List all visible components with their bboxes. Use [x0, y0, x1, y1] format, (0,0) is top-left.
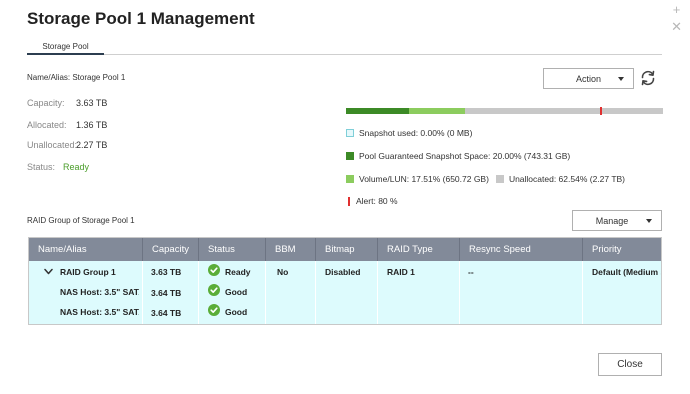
disk-name: NAS Host: 3.5" SATA HDD 2: [60, 307, 139, 317]
window-title: Storage Pool 1 Management: [27, 9, 255, 28]
chevron-down-icon: [618, 76, 624, 81]
disk-status: Good: [225, 307, 248, 317]
legend-snapshot-used: Snapshot used: 0.00% (0 MB): [346, 128, 472, 138]
header-bbm[interactable]: BBM: [265, 238, 315, 261]
tab-storage-pool[interactable]: Storage Pool: [27, 38, 104, 55]
allocated-label: Allocated:: [27, 120, 67, 130]
legend-guaranteed: Pool Guaranteed Snapshot Space: 20.00% (…: [346, 151, 570, 161]
header-priority[interactable]: Priority: [582, 238, 661, 261]
allocated-row: Allocated: 1.36 TB: [27, 120, 107, 130]
refresh-icon[interactable]: [639, 69, 657, 87]
allocated-value: 1.36 TB: [76, 120, 108, 130]
legend-volume-text: Volume/LUN: 17.51% (650.72 GB): [359, 174, 489, 184]
guaranteed-swatch: [346, 152, 354, 160]
legend-unallocated-text: Unallocated: 62.54% (2.27 TB): [508, 174, 626, 184]
raid-group-status: Ready: [225, 267, 251, 277]
header-capacity[interactable]: Capacity: [142, 238, 198, 261]
unallocated-row: Unallocated: 2.27 TB: [27, 140, 107, 150]
manage-button-label: Manage: [595, 215, 629, 226]
capacity-value: 3.63 TB: [76, 98, 108, 108]
legend-alert: Alert: 80 %: [346, 196, 398, 206]
status-label: Status:: [27, 162, 56, 172]
volume-swatch: [346, 175, 354, 183]
legend-alert-text: Alert: 80 %: [356, 196, 398, 206]
legend-volume-unallocated: Volume/LUN: 17.51% (650.72 GB) Unallocat…: [346, 174, 625, 184]
legend-guaranteed-text: Pool Guaranteed Snapshot Space: 20.00% (…: [359, 151, 571, 161]
guaranteed-snapshot-segment: [346, 108, 410, 114]
close-button-label: Close: [617, 359, 643, 370]
raid-group-bbm: No: [277, 267, 289, 277]
raid-group-title: RAID Group of Storage Pool 1: [27, 216, 135, 225]
disk-capacity: 3.64 TB: [151, 308, 182, 318]
header-status[interactable]: Status: [198, 238, 265, 261]
status-row: Status: Ready: [27, 162, 89, 172]
tab-bar: Storage Pool: [27, 38, 662, 55]
status-value: Ready: [63, 162, 90, 172]
header-resync-speed[interactable]: Resync Speed: [459, 238, 582, 261]
disk-name: NAS Host: 3.5" SATA HDD 1: [60, 287, 139, 297]
alert-threshold-marker: [599, 107, 602, 115]
unallocated-value: 2.27 TB: [76, 140, 108, 150]
header-raid-type[interactable]: RAID Type: [377, 238, 459, 261]
pool-name-label: Name/Alias: Storage Pool 1: [27, 73, 126, 82]
capacity-label: Capacity:: [27, 98, 65, 108]
check-circle-icon: [208, 284, 220, 296]
raid-group-table: Name/Alias Capacity Status BBM Bitmap RA…: [28, 237, 662, 325]
capacity-row: Capacity: 3.63 TB: [27, 98, 107, 108]
unallocated-label: Unallocated:: [27, 140, 78, 150]
table-body: RAID Group 1 3.63 TB Ready No Disabled R…: [29, 261, 661, 324]
title-icons: + ✕: [671, 3, 682, 33]
alert-swatch: [348, 196, 350, 206]
disk-capacity: 3.64 TB: [151, 288, 182, 298]
manage-button[interactable]: Manage: [572, 210, 662, 231]
legend-snapshot-used-text: Snapshot used: 0.00% (0 MB): [359, 128, 473, 138]
header-name-alias[interactable]: Name/Alias: [29, 238, 142, 261]
close-icon[interactable]: ✕: [671, 20, 682, 33]
snapshot-swatch: [346, 129, 354, 137]
header-bitmap[interactable]: Bitmap: [315, 238, 377, 261]
action-button[interactable]: Action: [543, 68, 634, 89]
raid-group-type: RAID 1: [387, 267, 415, 277]
check-circle-icon: [208, 264, 220, 276]
raid-group-priority: Default (Medium speed): [592, 267, 661, 277]
raid-group-name: RAID Group 1: [60, 267, 116, 277]
raid-group-resync: --: [468, 267, 474, 277]
volume-lun-segment: [409, 108, 465, 114]
unallocated-swatch: [495, 175, 504, 183]
plus-icon[interactable]: +: [673, 3, 681, 16]
pool-usage-bar: [346, 107, 663, 115]
check-circle-icon: [208, 304, 220, 316]
close-button[interactable]: Close: [598, 353, 662, 376]
disk-status: Good: [225, 287, 248, 297]
chevron-down-icon[interactable]: [44, 267, 53, 276]
raid-group-capacity: 3.63 TB: [151, 267, 182, 277]
table-header: Name/Alias Capacity Status BBM Bitmap RA…: [29, 238, 661, 261]
chevron-down-icon: [646, 218, 652, 223]
raid-group-bitmap: Disabled: [325, 267, 361, 277]
action-button-label: Action: [575, 73, 601, 84]
